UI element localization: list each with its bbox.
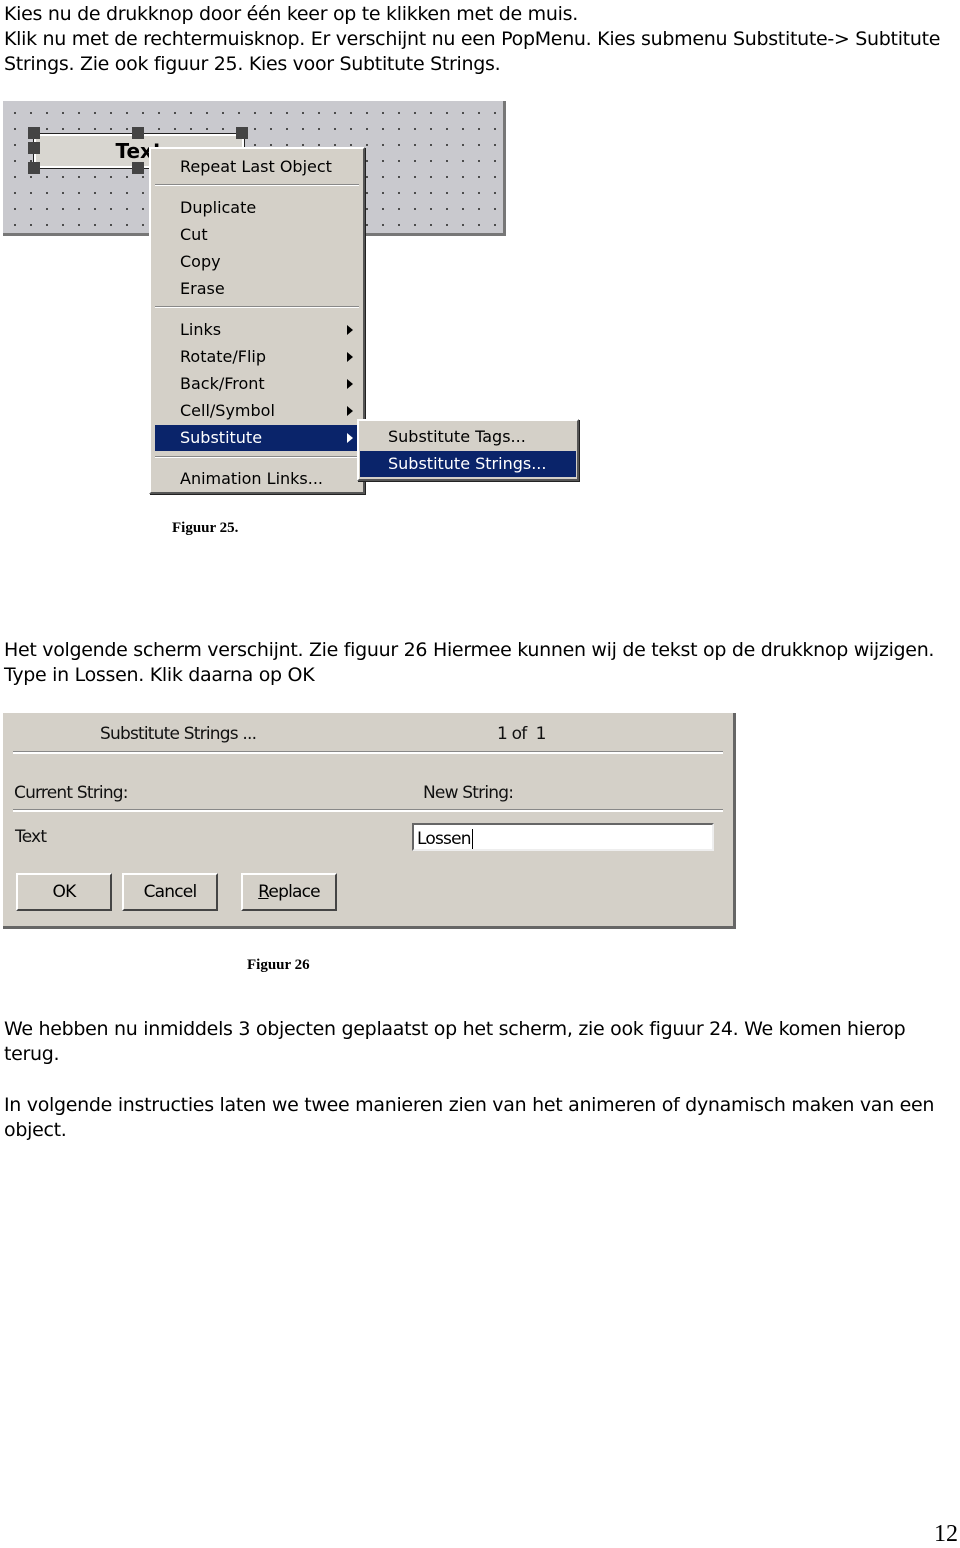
menu-item-rotate-flip[interactable]: Rotate/Flip	[155, 344, 359, 370]
submenu-arrow-icon	[347, 325, 353, 335]
current-string-value: Text	[15, 827, 47, 847]
menu-separator	[155, 184, 359, 186]
selection-handle[interactable]	[132, 162, 144, 174]
menu-item-links[interactable]: Links	[155, 317, 359, 343]
menu-separator	[155, 306, 359, 308]
menu-item-label: Duplicate	[180, 198, 257, 217]
menu-item-label: Animation Links...	[180, 469, 324, 488]
body-line: Type in Lossen. Klik daarna op OK	[4, 664, 315, 686]
menu-item-animation-links[interactable]: Animation Links...	[155, 466, 359, 492]
selection-handle[interactable]	[28, 162, 40, 174]
body-line: terug.	[4, 1043, 60, 1065]
menu-item-label: Cell/Symbol	[180, 401, 275, 420]
submenu-arrow-icon	[347, 433, 353, 443]
divider	[13, 809, 723, 812]
menu-item-substitute-strings[interactable]: Substitute Strings...	[360, 451, 576, 477]
menu-item-back-front[interactable]: Back/Front	[155, 371, 359, 397]
menu-item-substitute-tags[interactable]: Substitute Tags...	[363, 424, 573, 450]
new-string-label: New String:	[423, 783, 514, 803]
submenu-arrow-icon	[347, 406, 353, 416]
menu-item-duplicate[interactable]: Duplicate	[155, 195, 359, 221]
menu-item-repeat-last-object[interactable]: Repeat Last Object	[155, 154, 359, 180]
replace-button[interactable]: Replace	[241, 873, 337, 911]
submenu-arrow-icon	[347, 379, 353, 389]
menu-item-label: Substitute	[180, 428, 263, 447]
body-line: We hebben nu inmiddels 3 objecten geplaa…	[4, 1018, 906, 1040]
substitute-strings-dialog: Substitute Strings ... 1 of 1 Current St…	[3, 713, 736, 929]
string-counter: 1 of 1	[497, 724, 546, 744]
selection-handle[interactable]	[236, 127, 248, 139]
submenu-arrow-icon	[347, 352, 353, 362]
menu-item-label: Repeat Last Object	[180, 157, 332, 176]
figure-caption: Figuur 25.	[172, 520, 239, 536]
menu-item-substitute[interactable]: Substitute	[155, 425, 359, 451]
menu-item-label: Erase	[180, 279, 225, 298]
replace-accelerator: R	[258, 882, 269, 902]
new-string-input[interactable]: Lossen	[412, 823, 714, 851]
body-line: Het volgende scherm verschijnt. Zie figu…	[4, 639, 935, 661]
body-line: object.	[4, 1119, 67, 1141]
current-string-label: Current String:	[14, 783, 129, 803]
intro-line: Strings. Zie ook figuur 25. Kies voor Su…	[4, 53, 501, 75]
replace-label: eplace	[268, 882, 320, 902]
divider	[13, 751, 723, 754]
text-cursor	[471, 829, 473, 849]
menu-separator	[155, 456, 359, 458]
menu-item-label: Copy	[180, 252, 221, 271]
selection-handle[interactable]	[28, 142, 40, 154]
menu-item-label: Links	[180, 320, 222, 339]
menu-item-label: Rotate/Flip	[180, 347, 267, 366]
menu-item-copy[interactable]: Copy	[155, 249, 359, 275]
menu-item-cell-symbol[interactable]: Cell/Symbol	[155, 398, 359, 424]
intro-line: Kies nu de drukknop door één keer op te …	[4, 3, 578, 25]
selection-handle[interactable]	[132, 127, 144, 139]
menu-item-label: Substitute Strings...	[388, 454, 547, 473]
page-number: 12	[934, 1521, 958, 1547]
intro-line: Klik nu met de rechtermuisknop. Er versc…	[4, 28, 941, 50]
menu-item-label: Substitute Tags...	[388, 427, 526, 446]
dialog-title: Substitute Strings ...	[100, 724, 257, 744]
figure-caption: Figuur 26	[247, 957, 310, 973]
body-line: In volgende instructies laten we twee ma…	[4, 1094, 935, 1116]
menu-item-cut[interactable]: Cut	[155, 222, 359, 248]
substitute-submenu: Substitute Tags... Substitute Strings...	[357, 419, 579, 481]
menu-item-label: Back/Front	[180, 374, 265, 393]
new-string-value: Lossen	[417, 829, 472, 849]
menu-item-label: Cut	[180, 225, 208, 244]
menu-item-erase[interactable]: Erase	[155, 276, 359, 302]
cancel-button[interactable]: Cancel	[122, 873, 218, 911]
context-menu: Repeat Last Object Duplicate Cut Copy Er…	[149, 147, 365, 494]
ok-button[interactable]: OK	[16, 873, 112, 911]
selection-handle[interactable]	[28, 127, 40, 139]
